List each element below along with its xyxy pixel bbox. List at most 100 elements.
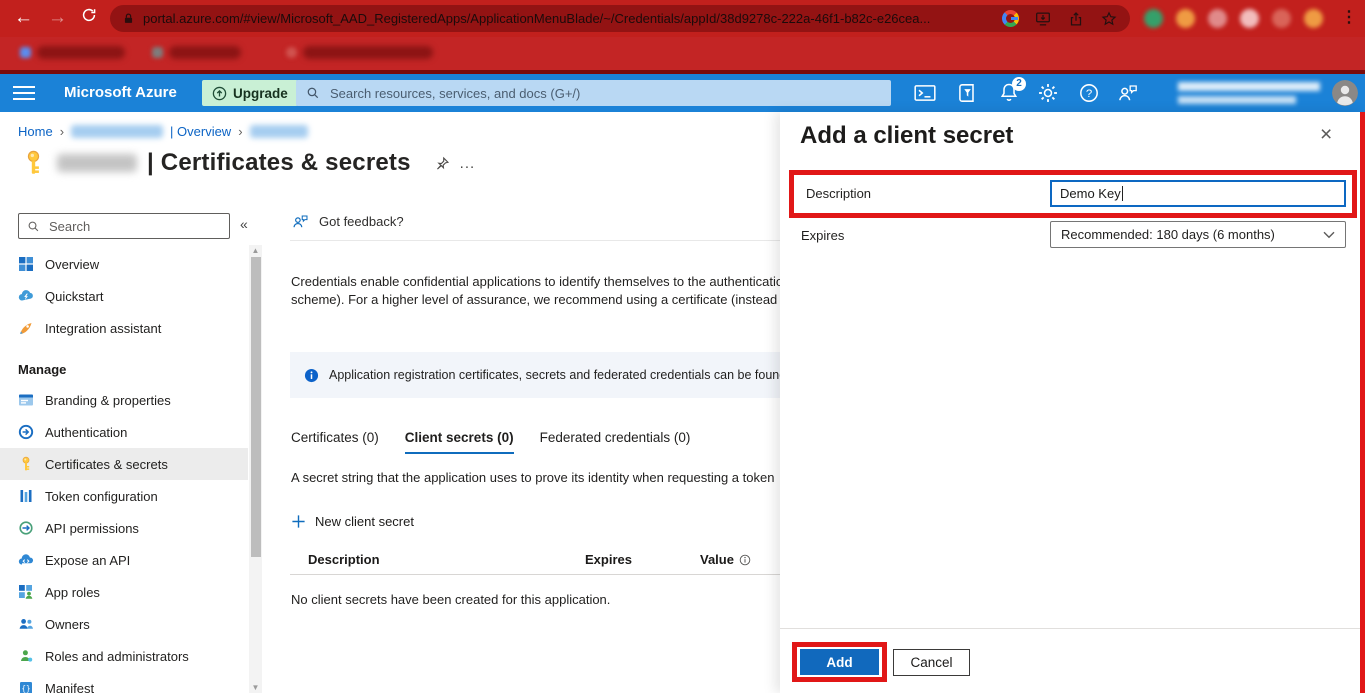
collapse-sidebar-icon[interactable]: «	[240, 216, 248, 232]
global-search-input[interactable]	[328, 84, 881, 102]
info-icon	[304, 368, 319, 383]
sidebar-search-input[interactable]	[47, 217, 221, 235]
add-button[interactable]: Add	[800, 649, 879, 675]
panel-title: Add a client secret	[800, 122, 1014, 149]
extension-icon[interactable]	[1272, 9, 1291, 28]
sidebar-item-quickstart[interactable]: Quickstart	[0, 280, 248, 312]
browser-refresh-icon[interactable]	[80, 6, 98, 32]
expires-label: Expires	[801, 228, 845, 243]
cloud-shell-icon[interactable]	[913, 81, 937, 105]
page-title: | Certificates & secrets	[147, 149, 411, 176]
tab-bar: Certificates (0) Client secrets (0) Fede…	[291, 430, 690, 454]
column-header-description[interactable]: Description	[308, 552, 380, 567]
browser-window-icon	[19, 394, 33, 406]
sidebar-scrollbar[interactable]: ▲ ▼	[249, 245, 262, 693]
sidebar-search[interactable]	[18, 213, 230, 239]
upgrade-arrow-icon	[212, 86, 227, 101]
api-permissions-icon	[19, 521, 33, 535]
description-value: Demo Key	[1060, 186, 1121, 201]
hamburger-menu-icon[interactable]	[13, 86, 35, 104]
empty-state-message: No client secrets have been created for …	[291, 592, 611, 607]
more-options-icon[interactable]: ...	[460, 155, 476, 172]
search-icon	[306, 86, 320, 100]
favicon	[20, 47, 31, 58]
breadcrumb-home[interactable]: Home	[18, 124, 53, 139]
scroll-down-icon[interactable]: ▼	[249, 683, 262, 692]
feedback-icon[interactable]	[1116, 81, 1140, 105]
column-header-expires[interactable]: Expires	[585, 552, 632, 567]
sidebar-item-branding[interactable]: Branding & properties	[0, 384, 248, 416]
pin-icon[interactable]	[435, 156, 450, 171]
breadcrumb-overview[interactable]: | Overview	[170, 124, 231, 139]
redacted-account-name	[1178, 82, 1320, 91]
sidebar-item-api-permissions[interactable]: API permissions	[0, 512, 248, 544]
breadcrumb-separator: ›	[238, 124, 243, 139]
app-roles-icon	[19, 585, 33, 599]
browser-forward-icon[interactable]: →	[48, 5, 67, 31]
sidebar-item-authentication[interactable]: Authentication	[0, 416, 248, 448]
sidebar-item-label: Certificates & secrets	[45, 456, 168, 472]
sidebar-item-expose-an-api[interactable]: Expose an API	[0, 544, 248, 576]
sidebar-item-label: Token configuration	[45, 488, 158, 504]
got-feedback-link[interactable]: Got feedback?	[291, 212, 404, 231]
share-icon[interactable]	[1067, 10, 1085, 28]
page-header: | Certificates & secrets ...	[20, 148, 475, 178]
divider	[290, 240, 780, 241]
sidebar-item-label: Manifest	[45, 680, 95, 693]
extension-icon[interactable]	[1144, 9, 1163, 28]
browser-back-icon[interactable]: ←	[14, 5, 33, 31]
sidebar-item-owners[interactable]: Owners	[0, 608, 248, 640]
scroll-up-icon[interactable]: ▲	[249, 246, 262, 255]
close-icon[interactable]: ×	[1320, 124, 1332, 146]
bookmark-item[interactable]	[152, 46, 241, 59]
gear-icon[interactable]	[1036, 81, 1060, 105]
extension-icon[interactable]	[1304, 9, 1323, 28]
sidebar-item-certificates-secrets[interactable]: Certificates & secrets	[0, 448, 248, 480]
annotation-stripe	[1360, 112, 1365, 693]
lock-icon	[122, 12, 135, 25]
sidebar-item-label: Authentication	[45, 424, 128, 440]
tab-client-secrets[interactable]: Client secrets (0)	[404, 430, 514, 454]
bookmark-item[interactable]	[286, 46, 433, 59]
tab-certificates[interactable]: Certificates (0)	[291, 430, 379, 454]
redacted-app-title	[57, 154, 137, 172]
redacted-crumb[interactable]	[249, 125, 308, 138]
directory-filter-icon[interactable]	[955, 81, 979, 105]
sidebar-item-app-roles[interactable]: App roles	[0, 576, 248, 608]
browser-toolbar: ← → portal.azure.com/#view/Microsoft_AAD…	[0, 0, 1365, 37]
column-header-value[interactable]: Value	[700, 552, 751, 567]
sidebar-item-roles-and-administrators[interactable]: Roles and administrators	[0, 640, 248, 672]
redacted-bookmark-label	[169, 46, 241, 59]
screen: ← → portal.azure.com/#view/Microsoft_AAD…	[0, 0, 1365, 693]
global-search-bar[interactable]	[296, 80, 891, 106]
install-icon[interactable]	[1034, 10, 1052, 28]
browser-menu-icon[interactable]: ⋮	[1341, 7, 1357, 27]
address-bar[interactable]: portal.azure.com/#view/Microsoft_AAD_Reg…	[110, 5, 1130, 32]
account-menu[interactable]	[1178, 82, 1320, 104]
sidebar-item-overview[interactable]: Overview	[0, 248, 248, 280]
upgrade-button[interactable]: Upgrade	[202, 80, 298, 106]
extension-icon[interactable]	[1176, 9, 1195, 28]
sidebar-item-label: Integration assistant	[45, 320, 162, 336]
avatar[interactable]	[1332, 80, 1358, 106]
cancel-button[interactable]: Cancel	[893, 649, 970, 676]
sidebar-item-token-configuration[interactable]: Token configuration	[0, 480, 248, 512]
bookmark-item[interactable]	[20, 46, 125, 59]
redacted-app-name[interactable]	[71, 125, 164, 138]
extension-icon[interactable]	[1208, 9, 1227, 28]
sidebar-item-integration-assistant[interactable]: Integration assistant	[0, 312, 248, 344]
manifest-icon: {}	[20, 682, 32, 693]
new-client-secret-button[interactable]: New client secret	[291, 514, 414, 529]
azure-brand[interactable]: Microsoft Azure	[64, 84, 177, 101]
scrollbar-thumb[interactable]	[250, 257, 261, 557]
token-bars-icon	[20, 490, 32, 502]
help-icon[interactable]: ?	[1077, 81, 1101, 105]
description-input[interactable]: Demo Key	[1050, 180, 1346, 207]
tab-federated-credentials[interactable]: Federated credentials (0)	[540, 430, 691, 454]
google-icon[interactable]	[1002, 10, 1019, 27]
expires-dropdown[interactable]: Recommended: 180 days (6 months)	[1050, 221, 1346, 248]
sidebar-item-manifest[interactable]: {} Manifest	[0, 672, 248, 693]
bookmark-star-icon[interactable]	[1100, 10, 1118, 28]
main-content: Got feedback? Credentials enable confide…	[290, 200, 780, 693]
extension-icon[interactable]	[1240, 9, 1259, 28]
